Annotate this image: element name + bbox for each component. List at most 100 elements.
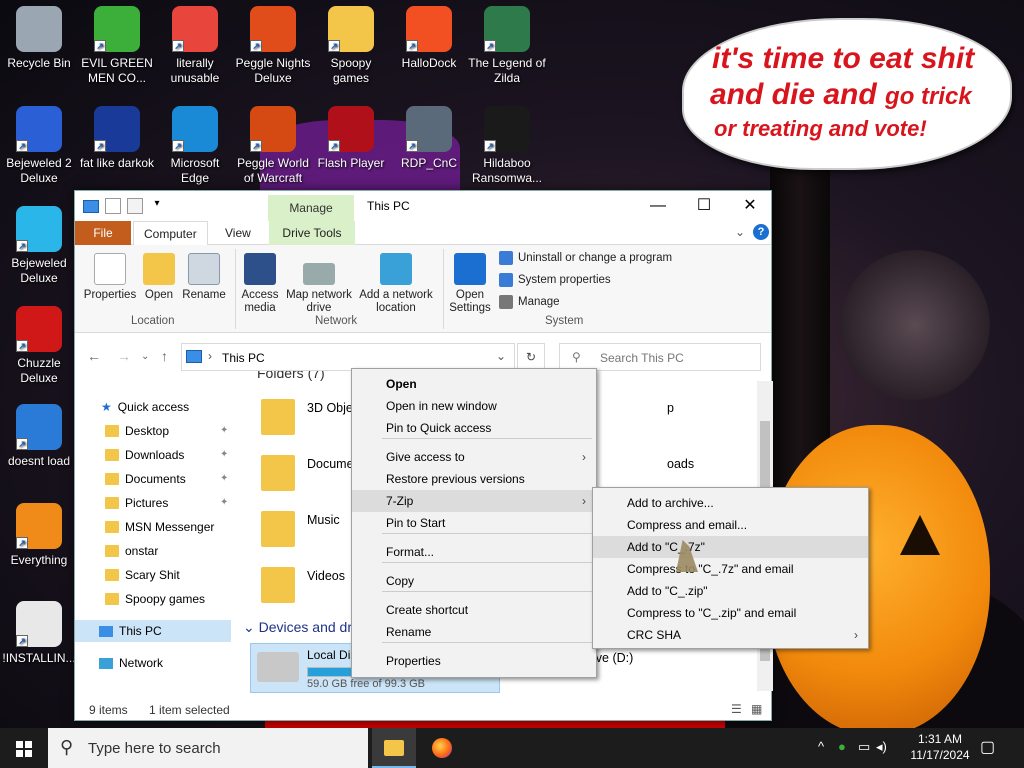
desktop-icon-5[interactable]: ↗ HalloDock	[390, 2, 468, 96]
rename-button[interactable]: Rename	[181, 253, 227, 302]
desktop-icon-12[interactable]: ↗ RDP_CnC	[390, 102, 468, 196]
context-menu-item[interactable]: Pin to Quick access	[352, 417, 596, 439]
access-media-button[interactable]: Access media	[239, 253, 281, 315]
sidebar-item[interactable]: Desktop ✦	[105, 420, 228, 442]
sidebar-item[interactable]: Downloads ✦	[105, 444, 228, 466]
manage-context-tab[interactable]: Manage	[268, 195, 354, 221]
expand-ribbon-icon[interactable]: ⌄	[735, 225, 745, 239]
help-icon[interactable]: ?	[753, 224, 769, 240]
map-network-drive-button[interactable]: Map network drive	[283, 253, 355, 315]
desktop-icon-15[interactable]: ↗ Chuzzle Deluxe	[0, 302, 78, 396]
submenu-item[interactable]: Add to archive...	[593, 492, 868, 514]
folder-label-music[interactable]: Music	[307, 513, 340, 527]
submenu-item[interactable]: CRC SHA ›	[593, 624, 868, 646]
desktop-icon-2[interactable]: ↗ literally unusable	[156, 2, 234, 96]
desktop-icon-9[interactable]: ↗ Microsoft Edge	[156, 102, 234, 196]
back-arrow-icon[interactable]: ←	[87, 348, 101, 364]
manage-button[interactable]: Manage	[499, 295, 560, 309]
minimize-button[interactable]: —	[635, 191, 681, 221]
properties-button[interactable]: Properties	[83, 253, 137, 302]
desktop-icon-3[interactable]: ↗ Peggle Nights Deluxe	[234, 2, 312, 96]
desktop-icon-8[interactable]: ↗ fat like darkok	[78, 102, 156, 196]
tab-file[interactable]: File	[75, 221, 131, 245]
forward-arrow-icon[interactable]: →	[117, 348, 131, 364]
refresh-button[interactable]: ↻	[517, 343, 545, 371]
open-settings-button[interactable]: Open Settings	[449, 253, 491, 315]
desktop-icon-4[interactable]: ↗ Spoopy games	[312, 2, 390, 96]
context-menu-item[interactable]: Create shortcut	[352, 599, 596, 621]
chevron-right-icon[interactable]: ›	[208, 349, 212, 363]
desktop-icon-1[interactable]: ↗ EVIL GREEN MEN CO...	[78, 2, 156, 96]
folder-label-desktop-frag[interactable]: p	[667, 401, 674, 415]
sidebar-item[interactable]: Spoopy games	[105, 588, 205, 610]
context-menu-item[interactable]: Open	[352, 373, 596, 395]
address-bar[interactable]: › This PC ⌄	[181, 343, 515, 371]
submenu-item[interactable]: Compress to "C_.zip" and email	[593, 602, 868, 624]
sidebar-item[interactable]: Pictures ✦	[105, 492, 228, 514]
desktop-icon-17[interactable]: ↗ Everything	[0, 499, 78, 593]
context-menu-item[interactable]: Restore previous versions	[352, 468, 596, 490]
tray-volume-icon[interactable]: ◂)	[876, 739, 887, 755]
up-arrow-icon[interactable]: ↑	[161, 348, 168, 364]
add-network-location-button[interactable]: Add a network location	[357, 253, 435, 315]
folder-music-icon[interactable]	[261, 511, 295, 547]
chevron-down-icon[interactable]: ⌄	[496, 349, 506, 363]
folder-3d-objects-icon[interactable]	[261, 399, 295, 435]
sidebar-this-pc[interactable]: This PC	[75, 620, 231, 642]
details-view-icon[interactable]: ☰	[731, 702, 742, 716]
context-menu-item[interactable]: Give access to ›	[352, 446, 596, 468]
search-input[interactable]: ⚲ Search This PC	[559, 343, 761, 371]
desktop-icon-13[interactable]: ↗ Hildaboo Ransomwa...	[468, 102, 546, 196]
properties-check-icon[interactable]	[105, 198, 121, 214]
tab-drive-tools[interactable]: Drive Tools	[269, 221, 355, 245]
tab-view[interactable]: View	[215, 221, 261, 245]
folder-videos-icon[interactable]	[261, 567, 295, 603]
context-menu-item[interactable]: Format...	[352, 541, 596, 563]
context-menu-item[interactable]: Pin to Start	[352, 512, 596, 534]
taskbar-firefox[interactable]	[420, 728, 464, 768]
chevron-down-icon[interactable]: ▾	[149, 198, 165, 214]
folder-label-videos[interactable]: Videos	[307, 569, 345, 583]
submenu-item[interactable]: Compress to "C_.7z" and email	[593, 558, 868, 580]
sidebar-item[interactable]: Documents ✦	[105, 468, 228, 490]
pc-icon[interactable]	[83, 200, 99, 213]
folder-label-downloads-frag[interactable]: oads	[667, 457, 694, 471]
desktop-icon-14[interactable]: ↗ Bejeweled Deluxe	[0, 202, 78, 296]
desktop-icon-6[interactable]: ↗ The Legend of Zilda	[468, 2, 546, 96]
context-menu-item[interactable]: 7-Zip ›	[352, 490, 596, 512]
submenu-item[interactable]: Add to "C_.zip"	[593, 580, 868, 602]
submenu-item[interactable]: Compress and email...	[593, 514, 868, 536]
desktop-icon-11[interactable]: ↗ Flash Player	[312, 102, 390, 196]
desktop-icon-10[interactable]: ↗ Peggle World of Warcraft	[234, 102, 312, 196]
sidebar-item[interactable]: MSN Messenger	[105, 516, 214, 538]
desktop-icon-0[interactable]: Recycle Bin	[0, 2, 78, 96]
submenu-item[interactable]: Add to "C_.7z"	[593, 536, 868, 558]
close-button[interactable]: ✕	[727, 191, 773, 221]
maximize-button[interactable]: ☐	[681, 191, 727, 221]
desktop-icon-16[interactable]: ↗ doesnt load	[0, 400, 78, 494]
tray-network-icon[interactable]: ▭	[858, 739, 870, 755]
sidebar-item[interactable]: Scary Shit	[105, 564, 180, 586]
taskbar-search[interactable]: ⚲ Type here to search	[48, 728, 368, 768]
drive-d-label[interactable]: ive (D:)	[593, 651, 633, 665]
system-properties-button[interactable]: System properties	[499, 273, 611, 287]
recent-chevron-icon[interactable]: ⌄	[141, 351, 149, 362]
tray-chevron-up-icon[interactable]: ^	[818, 739, 824, 754]
notification-icon[interactable]: ▢	[980, 737, 995, 757]
desktop-icon-18[interactable]: ↗ !INSTALLIN...	[0, 597, 78, 691]
tray-people-icon[interactable]: ●	[838, 739, 846, 754]
open-button[interactable]: Open	[141, 253, 177, 302]
sidebar-network[interactable]: Network	[99, 652, 163, 674]
context-menu-item[interactable]: Properties	[352, 650, 596, 672]
taskbar-file-explorer[interactable]	[372, 728, 416, 768]
start-button[interactable]	[0, 728, 48, 768]
tiles-view-icon[interactable]: ▦	[751, 702, 762, 716]
desktop-icon-7[interactable]: ↗ Bejeweled 2 Deluxe	[0, 102, 78, 196]
taskbar-clock[interactable]: 1:31 AM 11/17/2024	[905, 731, 975, 763]
tab-computer[interactable]: Computer	[133, 221, 208, 246]
uninstall-program-button[interactable]: Uninstall or change a program	[499, 251, 672, 265]
folder-documents-icon[interactable]	[261, 455, 295, 491]
context-menu-item[interactable]: Rename	[352, 621, 596, 643]
sidebar-quick-access[interactable]: ★ Quick access	[101, 396, 189, 418]
sidebar-item[interactable]: onstar	[105, 540, 158, 562]
